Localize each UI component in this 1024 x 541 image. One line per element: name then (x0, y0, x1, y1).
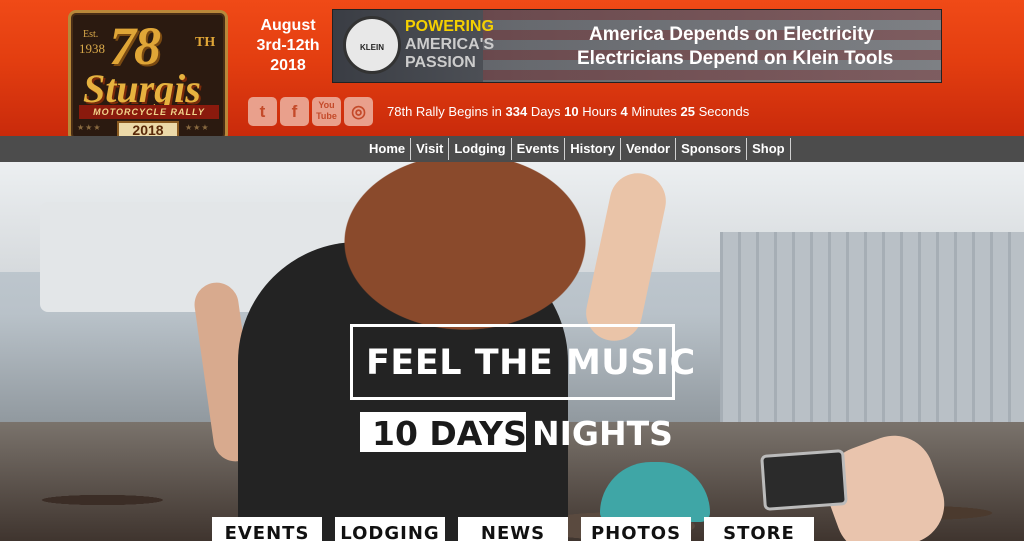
events-button[interactable]: EVENTS (212, 517, 322, 541)
hero-phone (760, 449, 848, 511)
logo-subtitle: MOTORCYCLE RALLY (79, 105, 219, 119)
youtube-icon-label-1: You (318, 100, 335, 110)
banner-flag-stripes (483, 10, 941, 82)
klein-tools-badge: KLEIN TOOLS (343, 16, 401, 74)
countdown-seconds-label: Seconds (698, 104, 750, 119)
hero-subtitle-days: 10 DAYS (372, 414, 527, 453)
countdown-seconds: 25 (680, 104, 695, 119)
youtube-icon-label-2: Tube (316, 111, 337, 121)
countdown-hours-label: Hours (582, 104, 617, 119)
countdown-prefix: 78th Rally Begins in (387, 104, 502, 119)
klein-tools-ad-banner[interactable]: KLEIN TOOLS POWERING AMERICA'S PASSION A… (332, 9, 942, 83)
store-button[interactable]: STORE (704, 517, 814, 541)
nav-item-events[interactable]: Events (512, 138, 566, 160)
lodging-button[interactable]: LODGING (335, 517, 445, 541)
logo-edition-suffix: TH (195, 35, 216, 50)
nav-item-lodging[interactable]: Lodging (449, 138, 512, 160)
banner-line-1: America Depends on Electricity (589, 24, 875, 45)
nav-item-home[interactable]: Home (365, 138, 412, 160)
social-links: t f You Tube ◎ (248, 97, 373, 126)
facebook-icon[interactable]: f (280, 97, 309, 126)
dates-range: 3rd-12th (256, 37, 320, 54)
nav-item-history[interactable]: History (565, 138, 622, 160)
rally-countdown: 78th Rally Begins in 334 Days 10 Hours 4… (387, 104, 749, 119)
countdown-hours: 10 (564, 104, 579, 119)
main-nav: Home Visit Lodging Events History Vendor… (0, 136, 1024, 162)
dates-year: 2018 (270, 57, 306, 74)
hero-wall (720, 232, 1024, 452)
quick-links: EVENTS LODGING NEWS PHOTOS STORE (212, 517, 814, 541)
dates-month: August (260, 17, 316, 34)
hero-image: FEEL THE MUSIC 10 DAYS NIGHTS EVENTS LOD… (0, 162, 1024, 541)
logo-est-year: 1938 (79, 41, 105, 56)
logo-est-label: Est. (83, 29, 99, 40)
countdown-days: 334 (505, 104, 528, 119)
hero-title: FEEL THE MUSIC (366, 343, 696, 383)
nav-item-vendor[interactable]: Vendor (621, 138, 677, 160)
logo-stars-left: ★★★ (77, 123, 102, 132)
youtube-icon[interactable]: You Tube (312, 97, 341, 126)
countdown-days-label: Days (530, 104, 561, 119)
nav-item-shop[interactable]: Shop (747, 138, 791, 160)
nav-item-sponsors[interactable]: Sponsors (676, 138, 748, 160)
banner-line-2: Electricians Depend on Klein Tools (577, 48, 894, 69)
sturgis-rally-logo[interactable]: Est. 1938 78 TH Sturgis MOTORCYCLE RALLY… (68, 10, 228, 142)
countdown-minutes: 4 (620, 104, 628, 119)
news-button[interactable]: NEWS (458, 517, 568, 541)
hero-subtitle-nights: NIGHTS (532, 414, 673, 453)
banner-tag-1: POWERING (405, 18, 494, 35)
instagram-icon[interactable]: ◎ (344, 97, 373, 126)
banner-tag-3: PASSION (405, 54, 476, 71)
twitter-icon[interactable]: t (248, 97, 277, 126)
photos-button[interactable]: PHOTOS (581, 517, 691, 541)
nav-item-visit[interactable]: Visit (411, 138, 450, 160)
logo-stars-right: ★★★ (185, 123, 210, 132)
banner-tag-2: AMERICA'S (405, 36, 495, 53)
countdown-minutes-label: Minutes (631, 104, 677, 119)
site-header: Est. 1938 78 TH Sturgis MOTORCYCLE RALLY… (0, 0, 1024, 142)
rally-dates: August 3rd-12th 2018 (248, 16, 328, 76)
